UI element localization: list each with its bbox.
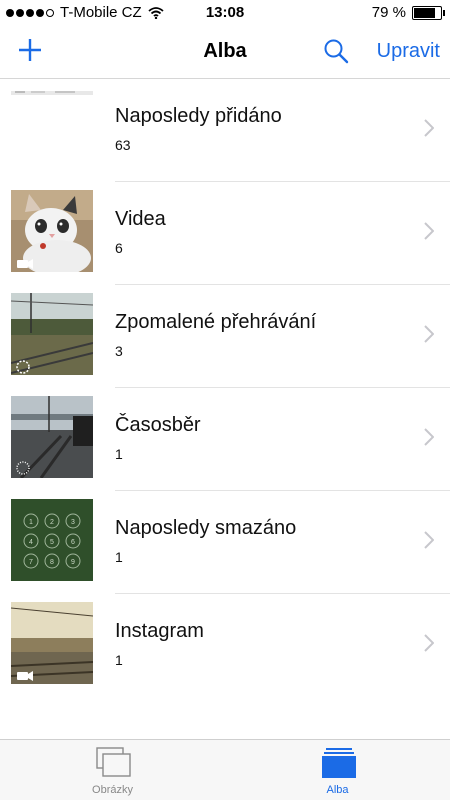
navigation-bar: Alba Upravit — [0, 26, 450, 79]
svg-text:4: 4 — [29, 539, 33, 546]
status-right: 79 % — [371, 4, 445, 21]
album-name: Naposledy přidáno — [115, 105, 282, 127]
album-list: Naposledy přidáno 63 Videa 6 Zpomalené p… — [0, 79, 450, 697]
album-row-videos[interactable]: Videa 6 — [0, 182, 450, 285]
album-thumbnail: 1 2 3 4 5 6 7 8 9 — [11, 499, 93, 581]
svg-text:6: 6 — [71, 539, 75, 546]
battery-icon — [412, 5, 445, 20]
album-row-slow-motion[interactable]: Zpomalené přehrávání 3 — [0, 285, 450, 388]
album-count: 1 — [115, 446, 123, 462]
chevron-right-icon — [424, 222, 434, 240]
edit-button[interactable]: Upravit — [377, 40, 440, 63]
album-thumbnail — [11, 602, 93, 684]
svg-text:7: 7 — [29, 559, 33, 566]
album-row-time-lapse[interactable]: Časosběr 1 — [0, 388, 450, 491]
search-icon[interactable] — [323, 38, 349, 64]
svg-text:9: 9 — [71, 559, 75, 566]
svg-text:2: 2 — [50, 519, 54, 526]
photos-icon — [96, 747, 131, 777]
album-count: 3 — [115, 343, 123, 359]
album-thumbnail — [11, 190, 93, 272]
battery-percent: 79 % — [371, 4, 406, 21]
album-count: 1 — [115, 549, 123, 565]
album-thumbnail — [11, 85, 93, 181]
album-name: Videa — [115, 208, 166, 230]
album-row-recently-deleted[interactable]: 1 2 3 4 5 6 7 8 9 Naposledy smazáno 1 — [0, 491, 450, 594]
album-count: 1 — [115, 652, 123, 668]
tab-bar: Obrázky Alba — [0, 739, 450, 800]
album-row-instagram[interactable]: Instagram 1 — [0, 594, 450, 697]
tab-albums[interactable]: Alba — [225, 740, 450, 800]
tab-photos[interactable]: Obrázky — [0, 740, 225, 800]
chevron-right-icon — [424, 428, 434, 446]
album-thumbnail — [11, 396, 93, 478]
albums-icon — [322, 748, 356, 778]
status-bar: T-Mobile CZ 13:08 79 % — [0, 0, 450, 26]
tab-label: Obrázky — [92, 784, 133, 796]
album-count: 6 — [115, 240, 123, 256]
chevron-right-icon — [424, 531, 434, 549]
album-count: 63 — [115, 137, 131, 153]
album-row-recently-added[interactable]: Naposledy přidáno 63 — [0, 79, 450, 182]
album-name: Naposledy smazáno — [115, 517, 297, 539]
svg-text:5: 5 — [50, 539, 54, 546]
album-name: Zpomalené přehrávání — [115, 311, 317, 333]
album-name: Instagram — [115, 620, 204, 642]
chevron-right-icon — [424, 634, 434, 652]
svg-text:8: 8 — [50, 559, 54, 566]
svg-text:3: 3 — [71, 519, 75, 526]
album-thumbnail — [11, 293, 93, 375]
album-name: Časosběr — [115, 414, 201, 436]
chevron-right-icon — [424, 325, 434, 343]
tab-label: Alba — [326, 784, 349, 796]
chevron-right-icon — [424, 119, 434, 137]
svg-text:1: 1 — [29, 519, 33, 526]
